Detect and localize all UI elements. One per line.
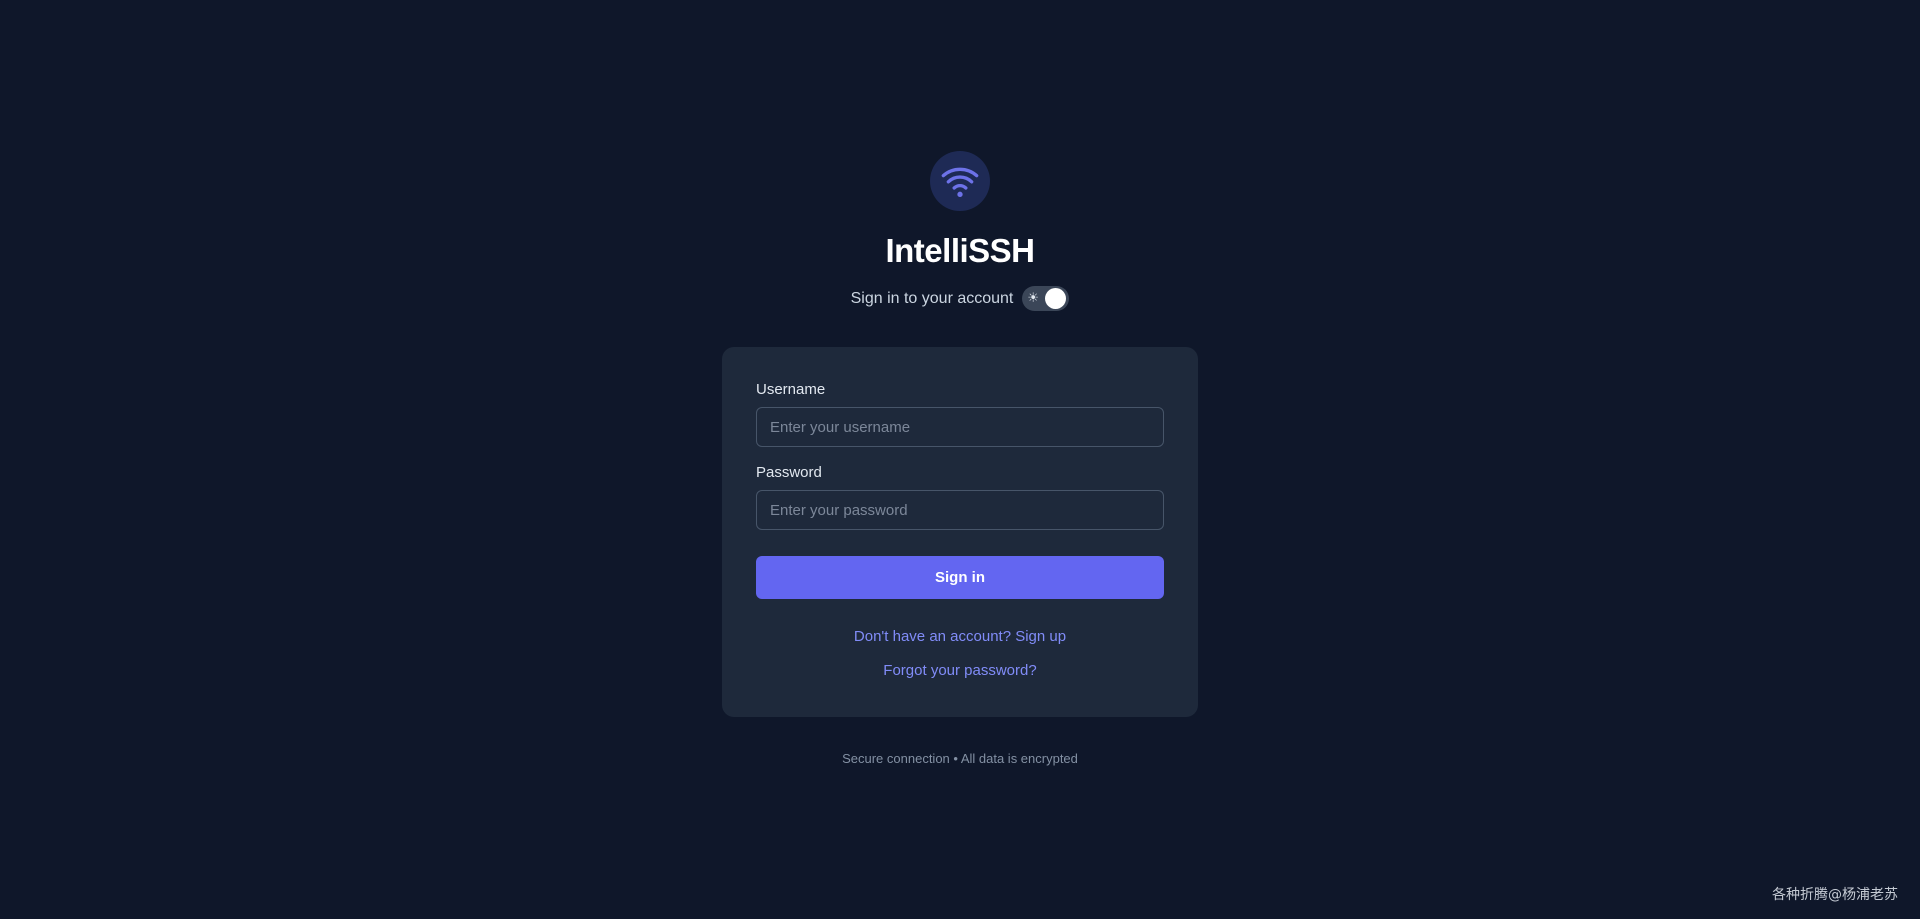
password-input[interactable] <box>756 490 1164 530</box>
page-subtitle: Sign in to your account <box>850 289 1014 307</box>
login-card: Username Password Sign in Don't have an … <box>722 347 1198 717</box>
sign-in-button[interactable]: Sign in <box>756 556 1164 599</box>
sun-icon: ☀ <box>1027 291 1040 306</box>
subtitle-row: Sign in to your account ☀ <box>0 286 1920 311</box>
auth-links: Don't have an account? Sign up Forgot yo… <box>756 628 1164 696</box>
username-label: Username <box>756 381 826 398</box>
username-input[interactable] <box>756 407 1164 447</box>
password-label: Password <box>756 464 822 481</box>
forgot-password-link[interactable]: Forgot your password? <box>883 662 1036 679</box>
theme-toggle[interactable]: ☀ <box>1022 286 1070 311</box>
app-logo <box>930 151 990 211</box>
wifi-icon <box>941 167 979 197</box>
app-title: IntelliSSH <box>885 232 1035 269</box>
sign-up-link[interactable]: Don't have an account? Sign up <box>854 628 1066 645</box>
toggle-knob <box>1045 288 1067 309</box>
security-note: Secure connection • All data is encrypte… <box>842 751 1078 766</box>
watermark: 各种折腾@杨浦老苏 <box>1772 887 1898 903</box>
